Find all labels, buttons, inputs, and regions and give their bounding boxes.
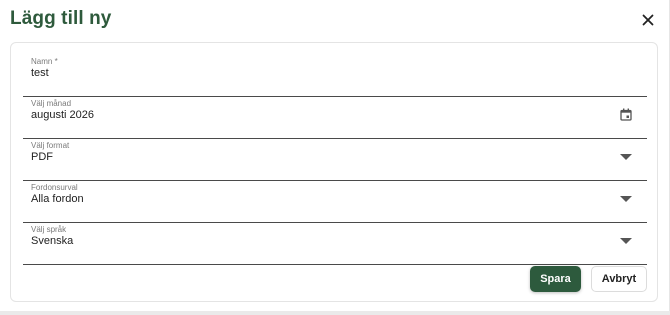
dialog-title: Lägg till ny <box>10 8 112 29</box>
cancel-button[interactable]: Avbryt <box>591 266 647 292</box>
close-icon <box>642 14 654 26</box>
month-value: augusti 2026 <box>31 109 94 121</box>
format-label: Välj format <box>31 141 70 150</box>
month-field[interactable]: Välj månad augusti 2026 <box>23 99 647 139</box>
name-label: Namn * <box>31 57 58 66</box>
chevron-down-icon <box>620 238 632 244</box>
name-field[interactable]: Namn * test <box>23 57 647 97</box>
save-button[interactable]: Spara <box>530 266 581 292</box>
language-value: Svenska <box>31 235 74 247</box>
chevron-down-icon <box>620 196 632 202</box>
chevron-down-icon <box>620 154 632 160</box>
language-label: Välj språk <box>31 225 67 234</box>
format-value: PDF <box>31 151 53 163</box>
vehicle-selection-label: Fordonsurval <box>31 183 78 192</box>
vehicle-selection-select[interactable]: Fordonsurval Alla fordon <box>23 183 647 223</box>
calendar-icon[interactable] <box>619 107 633 121</box>
add-new-dialog: Lägg till ny Namn * test Välj månad augu… <box>0 0 670 315</box>
name-value: test <box>31 67 49 79</box>
bottom-divider <box>0 311 670 315</box>
format-select[interactable]: Välj format PDF <box>23 141 647 181</box>
vehicle-selection-value: Alla fordon <box>31 193 84 205</box>
language-select[interactable]: Välj språk Svenska <box>23 225 647 265</box>
close-button[interactable] <box>638 10 658 30</box>
form-card: Namn * test Välj månad augusti 2026 Välj… <box>10 42 658 302</box>
month-label: Välj månad <box>31 99 72 108</box>
